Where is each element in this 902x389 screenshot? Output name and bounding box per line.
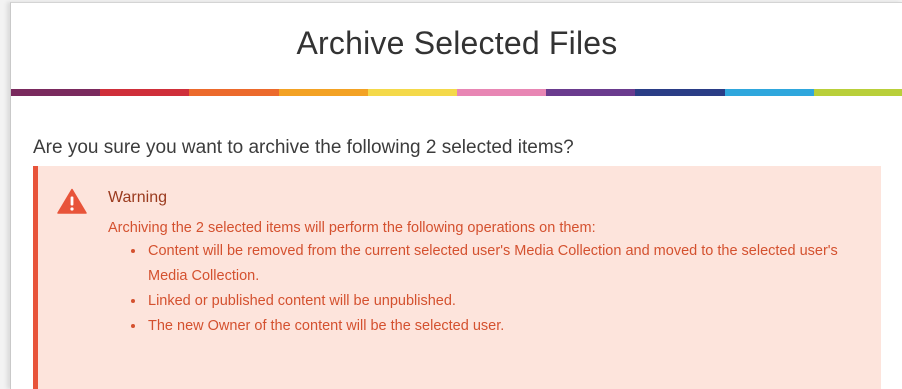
warning-intro: Archiving the 2 selected items will perf… bbox=[108, 220, 596, 236]
warning-triangle-icon bbox=[57, 188, 87, 214]
warning-operation-item: Content will be removed from the current… bbox=[146, 239, 871, 289]
color-band-segment bbox=[278, 89, 368, 96]
warning-operation-item: The new Owner of the content will be the… bbox=[146, 314, 871, 339]
color-band-segment bbox=[546, 89, 636, 96]
warning-content: Warning Archiving the 2 selected items w… bbox=[108, 188, 871, 339]
color-band-segment bbox=[100, 89, 190, 96]
archive-dialog: Archive Selected Files Are you sure you … bbox=[10, 2, 902, 389]
color-band-segment bbox=[813, 89, 902, 96]
color-band-segment bbox=[635, 89, 725, 96]
warning-operation-item: Linked or published content will be unpu… bbox=[146, 289, 871, 314]
dialog-title: Archive Selected Files bbox=[296, 24, 618, 61]
color-band bbox=[11, 89, 902, 96]
confirmation-question: Are you sure you want to archive the fol… bbox=[33, 137, 574, 158]
warning-alert: Warning Archiving the 2 selected items w… bbox=[33, 166, 881, 389]
color-band-segment bbox=[457, 89, 547, 96]
warning-title: Warning bbox=[108, 189, 167, 206]
color-band-segment bbox=[724, 89, 814, 96]
color-band-segment bbox=[11, 89, 101, 96]
color-band-segment bbox=[367, 89, 458, 96]
color-band-segment bbox=[189, 89, 279, 96]
dialog-header: Archive Selected Files bbox=[11, 3, 902, 89]
dialog-body: Are you sure you want to archive the fol… bbox=[11, 96, 902, 389]
warning-operations-list: Content will be removed from the current… bbox=[108, 239, 871, 339]
